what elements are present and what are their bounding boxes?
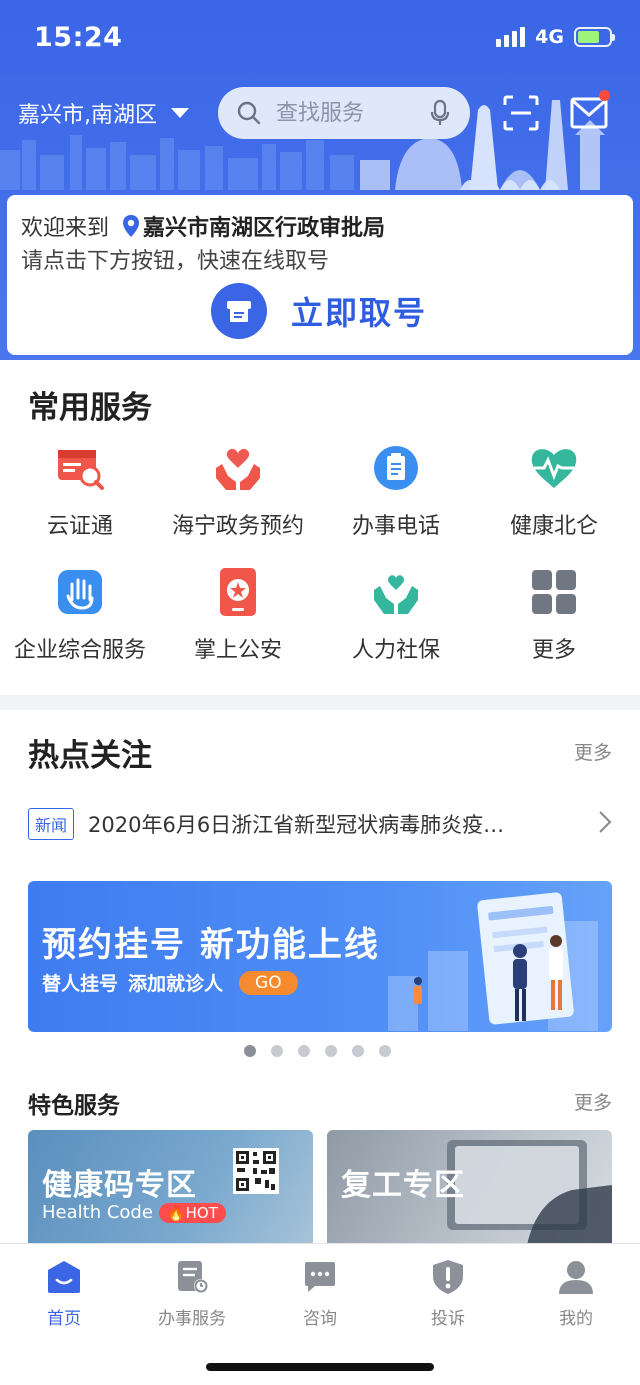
carousel-dot[interactable] [325,1045,337,1057]
people-hands-icon [374,575,418,614]
id-card-search-icon [58,450,104,490]
search-icon [237,101,261,125]
document-icon [178,1261,208,1293]
qr-code-icon [233,1148,279,1194]
network-type: 4G [535,26,564,48]
tab-label: 办事服务 [158,1309,226,1329]
news-headline: 2020年6月6日浙江省新型冠状病毒肺炎疫… [88,813,505,837]
featured-work-resume[interactable]: 复工专区 [327,1130,612,1245]
scan-icon[interactable] [503,95,539,131]
news-tag: 新闻 [28,808,75,840]
status-indicators: 4G [496,26,615,48]
tab-complaint[interactable]: 投诉 [384,1258,512,1329]
header-hero: 15:24 4G 嘉兴市,南湖区 查找服务 欢迎来到 嘉兴市南湖区行政审批局 请… [0,0,640,360]
welcome-hint: 请点击下方按钮，快速在线取号 [21,249,330,274]
tab-label: 咨询 [303,1309,337,1329]
clipboard-icon [374,446,418,490]
tab-label: 投诉 [431,1309,465,1329]
location-pin-icon [123,215,140,237]
welcome-card: 欢迎来到 嘉兴市南湖区行政审批局 请点击下方按钮，快速在线取号 立即取号 [7,195,633,355]
heart-pulse-icon [531,449,577,488]
banner-title: 预约挂号 新功能上线 [42,925,380,965]
heart-hands-icon [216,448,260,490]
search-bar[interactable] [218,87,470,139]
service-yunzhengtong[interactable]: 云证通 [0,442,160,540]
featured-subtitle-text: Health Code [42,1202,153,1223]
service-label: 人力社保 [351,638,440,663]
service-label: 海宁政务预约 [171,514,304,539]
service-label: 掌上公安 [193,638,282,663]
featured-label: 健康码专区 [42,1168,197,1203]
tab-home[interactable]: 首页 [0,1258,128,1329]
carousel-indicator [244,1045,391,1057]
welcome-prefix: 欢迎来到 [21,216,110,241]
police-badge-icon [220,568,256,616]
service-phone[interactable]: 办事电话 [316,442,476,540]
banner-sub2: 添加就诊人 [128,973,224,995]
news-item[interactable]: 新闻 2020年6月6日浙江省新型冠状病毒肺炎疫… [28,808,612,840]
service-haining-appointment[interactable]: 海宁政务预约 [158,442,318,540]
signal-icon [496,27,526,47]
service-label: 健康北仑 [509,514,598,539]
search-input[interactable] [276,100,416,126]
take-number-button[interactable]: 立即取号 [211,283,427,339]
status-bar: 15:24 4G [0,0,640,80]
featured-subtitle: Health Code 🔥HOT [42,1202,226,1223]
chat-icon [305,1262,335,1292]
carousel-dot[interactable] [352,1045,364,1057]
section-title: 热点关注 [28,738,152,774]
status-time: 15:24 [34,22,123,53]
caret-down-icon [171,108,189,118]
hot-more-link[interactable]: 更多 [574,738,612,765]
home-indicator[interactable] [206,1363,434,1371]
tab-label: 首页 [47,1309,81,1329]
service-hr-social[interactable]: 人力社保 [316,566,476,664]
take-number-label: 立即取号 [291,294,428,332]
banner-sub1: 替人挂号 [42,973,119,995]
promo-banner[interactable]: 预约挂号 新功能上线 替人挂号 添加就诊人 GO [28,881,612,1032]
service-enterprise[interactable]: 企业综合服务 [0,566,160,664]
ticket-icon [211,283,267,339]
service-label: 云证通 [46,514,113,539]
chevron-right-icon [599,811,612,833]
service-health-beilun[interactable]: 健康北仑 [474,442,634,540]
carousel-dot[interactable] [244,1045,256,1057]
grid-icon [532,570,576,614]
banner-subtitle: 替人挂号 添加就诊人 GO [42,969,298,996]
featured-label: 复工专区 [341,1168,465,1203]
tab-consult[interactable]: 咨询 [256,1258,384,1329]
city-selector-label: 嘉兴市,南湖区 [18,103,157,128]
battery-icon [574,27,615,47]
service-label: 更多 [531,638,576,663]
welcome-line: 欢迎来到 嘉兴市南湖区行政审批局 [21,210,385,242]
office-location: 嘉兴市南湖区行政审批局 [143,216,386,241]
microphone-icon[interactable] [430,99,450,127]
user-icon [559,1261,593,1294]
shield-alert-icon [433,1260,463,1294]
tab-profile[interactable]: 我的 [512,1258,640,1329]
hot-badge-text: HOT [185,1203,218,1222]
featured-title: 特色服务 [28,1093,120,1119]
service-label: 企业综合服务 [13,638,146,663]
tab-services[interactable]: 办事服务 [128,1258,256,1329]
notification-dot [599,90,610,101]
featured-health-code[interactable]: 健康码专区 Health Code 🔥HOT [28,1130,313,1245]
service-label: 办事电话 [351,514,440,539]
carousel-dot[interactable] [379,1045,391,1057]
banner-go-button[interactable]: GO [239,970,298,995]
featured-more-link[interactable]: 更多 [574,1088,612,1115]
hand-icon [58,570,102,614]
tab-label: 我的 [559,1309,593,1329]
home-icon [48,1261,80,1293]
service-police[interactable]: 掌上公安 [158,566,318,664]
hot-badge: 🔥HOT [158,1202,226,1223]
carousel-dot[interactable] [298,1045,310,1057]
carousel-dot[interactable] [271,1045,283,1057]
common-services-section: 常用服务 云证通 海宁政务预约 办事电话 健康北仑 企业综合服务 掌上公安 人力… [0,360,640,695]
city-selector[interactable]: 嘉兴市,南湖区 [18,97,189,129]
service-more[interactable]: 更多 [474,566,634,664]
mail-icon[interactable] [570,97,608,129]
section-title: 常用服务 [28,390,152,426]
